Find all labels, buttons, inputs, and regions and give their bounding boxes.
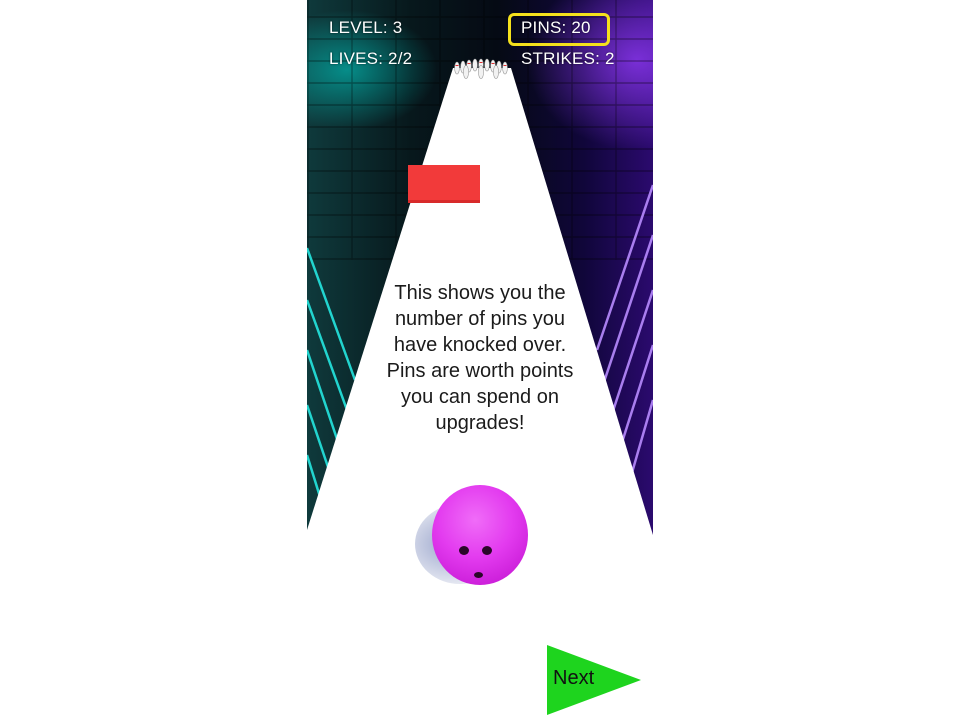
- game-viewport: LEVEL: 3 LIVES: 2/2 PINS: 20 STRIKES: 2 …: [307, 0, 653, 720]
- bowling-pins-icon: [454, 58, 508, 79]
- game-screen: LEVEL: 3 LIVES: 2/2 PINS: 20 STRIKES: 2 …: [0, 0, 960, 720]
- strikes-counter: STRIKES: 2: [521, 49, 615, 68]
- lives-counter: LIVES: 2/2: [329, 49, 413, 68]
- ball-finger-hole: [459, 546, 469, 555]
- bowling-ball: [432, 485, 528, 585]
- next-button[interactable]: Next: [547, 645, 643, 715]
- ball-finger-hole: [482, 546, 492, 555]
- next-button-label: Next: [553, 667, 595, 689]
- pins-counter: PINS: 20: [521, 18, 591, 37]
- tutorial-message: This shows you the number of pins you ha…: [386, 282, 574, 434]
- red-obstacle-block: [408, 165, 480, 203]
- ball-thumb-hole: [474, 572, 483, 578]
- level-counter: LEVEL: 3: [329, 18, 403, 37]
